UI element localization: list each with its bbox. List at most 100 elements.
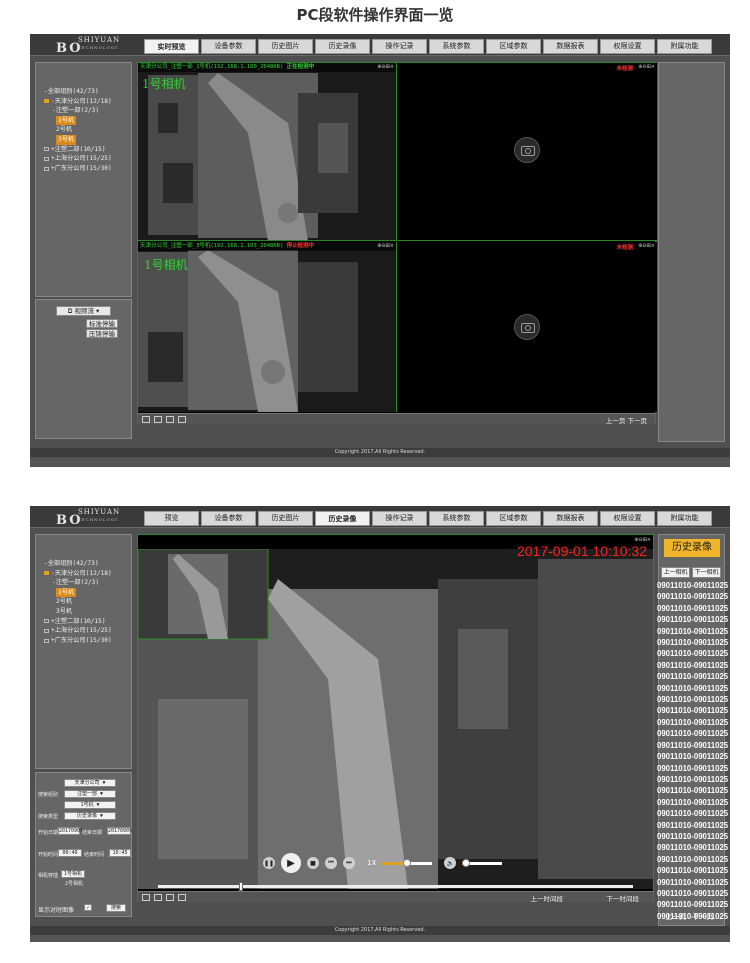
segment-item[interactable]: 09011010-09011025 bbox=[657, 785, 728, 796]
tree-item[interactable]: 2号机 bbox=[44, 125, 112, 135]
end-time-field[interactable]: 10:45 bbox=[109, 849, 131, 857]
tree-item[interactable]: 2号机 bbox=[44, 597, 112, 607]
segment-item[interactable]: 09011010-09011025 bbox=[657, 899, 728, 910]
segment-item[interactable]: 09011010-09011025 bbox=[657, 774, 728, 785]
segment-item[interactable]: 09011010-09011025 bbox=[657, 877, 728, 888]
video-pane-3[interactable]: 天津分公司_注塑一部_3号机(192.168.1.103_2048KB) 停止检… bbox=[138, 242, 397, 412]
segment-item[interactable]: 09011010-09011025 bbox=[657, 614, 728, 625]
camera-select[interactable]: 1号相机 bbox=[61, 870, 85, 878]
tab-6[interactable]: 区域参数 bbox=[486, 511, 541, 526]
stop-icon[interactable]: ■ bbox=[307, 857, 319, 869]
tree-item[interactable]: +广东分公司(15/30) bbox=[44, 164, 112, 174]
layout-3x3-icon[interactable] bbox=[178, 894, 186, 901]
company-select[interactable]: 天津分公司 ▼ bbox=[64, 779, 116, 787]
tab-3[interactable]: 历史录像 bbox=[315, 511, 370, 526]
segment-item[interactable]: 09011010-09011025 bbox=[657, 854, 728, 865]
segment-item[interactable]: 09011010-09011025 bbox=[657, 637, 728, 648]
video-pane-4[interactable]: 未检测 ⊕⊖⊞× bbox=[398, 242, 657, 412]
segment-item[interactable]: 09011010-09011025 bbox=[657, 705, 728, 716]
segment-item[interactable]: 09011010-09011025 bbox=[657, 808, 728, 819]
tab-0[interactable]: 实时预览 bbox=[144, 39, 199, 54]
tree-item[interactable]: 1号机 bbox=[44, 587, 112, 598]
tree-item[interactable]: +注塑二部(10/15) bbox=[44, 145, 112, 155]
tree-item[interactable]: -全部组别(42/73) bbox=[44, 559, 112, 569]
tab-2[interactable]: 历史图片 bbox=[258, 511, 313, 526]
tree-item[interactable]: -天津分公司(12/18) bbox=[44, 97, 112, 107]
show-image-checkbox[interactable]: ✓ bbox=[84, 904, 92, 911]
segment-item[interactable]: 09011010-09011025 bbox=[657, 683, 728, 694]
tree-item[interactable]: 3号机 bbox=[44, 607, 112, 617]
segment-item[interactable]: 09011010-09011025 bbox=[657, 603, 728, 614]
machine-select[interactable]: 1号机 ▼ bbox=[64, 801, 116, 809]
tab-5[interactable]: 系统参数 bbox=[429, 511, 484, 526]
layout-1x1-icon[interactable] bbox=[166, 416, 174, 423]
tree-item[interactable]: +注塑二部(10/15) bbox=[44, 617, 112, 627]
segment-item[interactable]: 09011010-09011025 bbox=[657, 797, 728, 808]
next-frame-icon[interactable]: ⏭ bbox=[343, 857, 355, 869]
tab-7[interactable]: 数据报表 bbox=[543, 39, 598, 54]
prev-segment-button[interactable]: 上一时间段 bbox=[531, 893, 564, 903]
segment-item[interactable]: 09011010-09011025 bbox=[657, 671, 728, 682]
segment-item[interactable]: 09011010-09011025 bbox=[657, 660, 728, 671]
pane-tools[interactable]: ⊕⊖⊞× bbox=[377, 64, 394, 70]
video-pane-1[interactable]: 天津分公司_注塑一部_1号机(192.168.1.100_2048KB) 正在检… bbox=[138, 63, 397, 241]
tab-2[interactable]: 历史图片 bbox=[258, 39, 313, 54]
video-stream-select[interactable]: ⧉ 视频流 ▾ bbox=[56, 306, 111, 316]
pause-icon[interactable]: ❚❚ bbox=[263, 857, 275, 869]
start-date-field[interactable]: 20170901 bbox=[58, 827, 83, 835]
layout-3x3-icon[interactable] bbox=[178, 416, 186, 423]
timeline-slider[interactable] bbox=[158, 882, 633, 891]
type-select[interactable]: 历史录像 ▼ bbox=[64, 812, 116, 820]
segment-item[interactable]: 09011010-09011025 bbox=[657, 820, 728, 831]
tab-5[interactable]: 系统参数 bbox=[429, 39, 484, 54]
start-time-field[interactable]: 00:40 bbox=[58, 849, 82, 857]
end-date-field[interactable]: 20170905 bbox=[107, 827, 132, 835]
segment-item[interactable]: 09011010-09011025 bbox=[657, 888, 728, 899]
segment-pager[interactable]: 上一页 下一页 bbox=[665, 912, 713, 922]
next-segment-button[interactable]: 下一时间段 bbox=[607, 893, 640, 903]
segment-item[interactable]: 09011010-09011025 bbox=[657, 694, 728, 705]
tab-9[interactable]: 附属功能 bbox=[657, 511, 712, 526]
tab-8[interactable]: 权限设置 bbox=[600, 511, 655, 526]
tab-1[interactable]: 设备参数 bbox=[201, 39, 256, 54]
pane-tools[interactable]: ⊕⊖⊞× bbox=[638, 243, 655, 249]
segment-item[interactable]: 09011010-09011025 bbox=[657, 865, 728, 876]
layout-1x1-icon[interactable] bbox=[166, 894, 174, 901]
tree-item[interactable]: 1号机 bbox=[44, 115, 112, 126]
segment-item[interactable]: 09011010-09011025 bbox=[657, 648, 728, 659]
tree-item[interactable]: +广东分公司(15/30) bbox=[44, 636, 112, 646]
segment-item[interactable]: 09011010-09011025 bbox=[657, 763, 728, 774]
tab-4[interactable]: 操作记录 bbox=[372, 39, 427, 54]
tree-item[interactable]: -全部组别(42/73) bbox=[44, 87, 112, 97]
tree-item[interactable]: +上海分公司(15/25) bbox=[44, 626, 112, 636]
tab-9[interactable]: 附属功能 bbox=[657, 39, 712, 54]
pager[interactable]: 上一页 下一页 bbox=[606, 415, 647, 425]
tree-item[interactable]: -天津分公司(12/18) bbox=[44, 569, 112, 579]
tab-4[interactable]: 操作记录 bbox=[372, 511, 427, 526]
tab-3[interactable]: 历史录像 bbox=[315, 39, 370, 54]
next-camera-button[interactable]: 下一相机 bbox=[692, 567, 721, 578]
tab-7[interactable]: 数据报表 bbox=[543, 511, 598, 526]
play-icon[interactable]: ▶ bbox=[281, 853, 301, 873]
segment-item[interactable]: 09011010-09011025 bbox=[657, 831, 728, 842]
prev-camera-button[interactable]: 上一相机 bbox=[661, 567, 690, 578]
layout-2x2-icon[interactable] bbox=[154, 416, 162, 423]
tree-item[interactable]: -注塑一部(2/3) bbox=[44, 578, 112, 588]
volume-slider[interactable] bbox=[462, 858, 503, 867]
tree-item[interactable]: 3号机 bbox=[44, 134, 112, 145]
layout-4x4-icon[interactable] bbox=[142, 894, 150, 901]
segment-item[interactable]: 09011010-09011025 bbox=[657, 740, 728, 751]
tab-0[interactable]: 预览 bbox=[144, 511, 199, 526]
video-pane-2[interactable]: 未检测 ⊕⊖⊞× bbox=[398, 63, 657, 241]
segment-item[interactable]: 09011010-09011025 bbox=[657, 751, 728, 762]
segment-item[interactable]: 09011010-09011025 bbox=[657, 728, 728, 739]
tab-6[interactable]: 区域参数 bbox=[486, 39, 541, 54]
tree-item[interactable]: +上海分公司(15/25) bbox=[44, 154, 112, 164]
segment-item[interactable]: 09011010-09011025 bbox=[657, 626, 728, 637]
search-button[interactable]: 搜索 bbox=[106, 904, 126, 912]
tab-1[interactable]: 设备参数 bbox=[201, 511, 256, 526]
dept-select[interactable]: 注塑一部 ▼ bbox=[64, 790, 116, 798]
pressure-stop-button[interactable]: 压铸停输 bbox=[86, 329, 118, 338]
layout-4x4-icon[interactable] bbox=[142, 416, 150, 423]
standard-stop-button[interactable]: 标准停输 bbox=[86, 319, 118, 328]
